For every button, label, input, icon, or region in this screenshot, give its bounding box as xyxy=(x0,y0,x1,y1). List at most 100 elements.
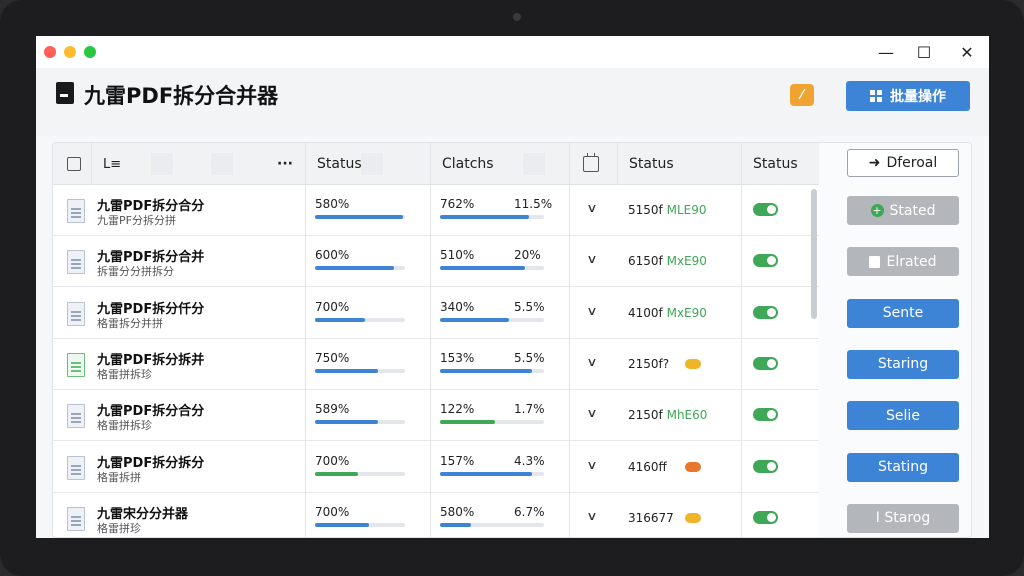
progress-2-percent: 122% xyxy=(440,402,475,417)
column-header-status-2[interactable]: Status xyxy=(629,143,674,185)
table-row[interactable]: 九雷PDF拆分合分 九雷PF分拆分拼 580% 762% 11.5% ∨ 515… xyxy=(53,185,819,236)
row-action-button[interactable]: Sente xyxy=(847,298,959,328)
chevron-down-icon[interactable]: ∨ xyxy=(583,458,601,472)
enable-toggle[interactable] xyxy=(753,356,778,370)
maximize-button[interactable]: ☐ xyxy=(906,40,942,64)
file-subtitle: 拆雷分分拼拆分 xyxy=(97,265,174,279)
divider xyxy=(91,143,92,185)
progress-1-bar xyxy=(315,420,405,425)
document-icon xyxy=(67,404,85,429)
select-all-checkbox[interactable] xyxy=(67,143,81,185)
row-action-button[interactable]: I Starog xyxy=(847,503,959,533)
table-row[interactable]: 九雷PDF拆分合并 拆雷分分拼拆分 600% 510% 20% ∨ 6150f … xyxy=(53,236,819,288)
pdf-app-icon xyxy=(56,82,74,104)
progress-2-secondary: 5.5% xyxy=(514,299,545,314)
device-bezel: — ☐ ✕ 九雷PDF拆分合并器 ⁄ 批量操作 L≡ ··· Status Cl… xyxy=(0,0,1024,576)
file-subtitle: 九雷PF分拆分拼 xyxy=(97,214,176,227)
file-subtitle: 格雷拼拆珍 xyxy=(97,367,152,381)
status-code-tag: MLE90 xyxy=(666,203,707,217)
column-header-clatchs[interactable]: Clatchs xyxy=(442,143,494,185)
close-traffic-light[interactable] xyxy=(44,46,56,58)
column-header-status-3[interactable]: Status xyxy=(753,143,798,185)
table-row[interactable]: 九雷PDF拆分合分 格雷拼拆珍 589% 122% 1.7% ∨ 2150f M… xyxy=(53,390,819,442)
table-row[interactable]: 九雷PDF拆分拆分 格雷拆拼 700% 157% 4.3% ∨ 4160ff xyxy=(53,442,819,493)
divider xyxy=(617,143,618,185)
column-header-status-1[interactable]: Status xyxy=(317,143,362,185)
progress-2-fill xyxy=(440,522,472,527)
row-action-button[interactable]: Elrated xyxy=(847,247,959,277)
document-icon xyxy=(67,199,85,223)
status-code: 2150f? xyxy=(628,357,669,371)
chevron-down-icon[interactable]: ∨ xyxy=(583,201,601,215)
chevron-down-icon[interactable]: ∨ xyxy=(583,509,601,523)
zoom-traffic-light[interactable] xyxy=(84,46,96,58)
progress-2-fill xyxy=(440,368,532,373)
row-action-label: Stated xyxy=(889,202,936,219)
table-row[interactable]: 九雷PDF拆分拆并 格雷拼拆珍 750% 153% 5.5% ∨ 2150f? xyxy=(53,339,819,390)
enable-toggle[interactable] xyxy=(753,510,778,524)
row-action-button[interactable]: Staring xyxy=(847,349,959,379)
status-dot xyxy=(685,358,701,369)
progress-2-fill xyxy=(440,215,530,219)
document-icon xyxy=(67,301,85,326)
row-action-button[interactable]: + Stated xyxy=(847,196,959,225)
progress-1-percent: 600% xyxy=(315,248,350,263)
enable-toggle[interactable] xyxy=(753,408,778,422)
table-row[interactable]: 九雷PDF拆分仟分 格雷拆分并拼 700% 340% 5.5% ∨ 4100f … xyxy=(53,288,819,339)
wrench-icon[interactable]: ⁄ xyxy=(790,84,814,106)
progress-2-secondary: 6.7% xyxy=(514,504,545,519)
progress-2-percent: 762% xyxy=(440,197,475,211)
chevron-down-icon[interactable]: ∨ xyxy=(583,355,601,369)
progress-1-bar xyxy=(315,215,405,219)
vertical-scrollbar[interactable] xyxy=(811,189,817,319)
progress-1-fill xyxy=(315,215,404,219)
app-title: 九雷PDF拆分合并器 xyxy=(84,84,279,108)
progress-1-percent: 700% xyxy=(315,299,350,314)
progress-2-fill xyxy=(440,266,526,271)
progress-2-secondary: 5.5% xyxy=(514,350,545,365)
document-icon xyxy=(67,352,85,377)
file-table: L≡ ··· Status Clatchs Status Status 九雷PD… xyxy=(52,142,972,538)
chevron-down-icon[interactable]: ∨ xyxy=(583,252,601,266)
status-code: 5150f MLE90 xyxy=(628,203,706,217)
progress-2-percent: 340% xyxy=(440,299,475,314)
batch-operation-button[interactable]: 批量操作 xyxy=(846,81,970,111)
table-row[interactable]: 九雷宋分分并器 格雷拼珍 700% 580% 6.7% ∨ 316677 xyxy=(53,493,819,537)
header-ghost-icon xyxy=(211,153,233,175)
progress-1-percent: 700% xyxy=(315,504,350,519)
status-code: 4100f MxE90 xyxy=(628,306,707,320)
chevron-down-icon[interactable]: ∨ xyxy=(583,304,601,318)
row-action-button[interactable]: Selie xyxy=(847,401,959,431)
status-dot xyxy=(685,512,701,523)
minimize-traffic-light[interactable] xyxy=(64,46,76,58)
row-action-button[interactable]: Stating xyxy=(847,452,959,482)
more-options-icon[interactable]: ··· xyxy=(277,143,293,185)
progress-1-bar xyxy=(315,317,405,322)
calendar-icon[interactable] xyxy=(583,143,599,185)
row-action-label: Stating xyxy=(877,459,929,475)
file-subtitle: 格雷拆分并拼 xyxy=(97,316,163,330)
row-action-label: Elrated xyxy=(886,253,937,270)
enable-toggle[interactable] xyxy=(753,254,778,268)
row-action-label: I Starog xyxy=(875,510,931,527)
header-action-button[interactable]: ➜ Dferoal xyxy=(847,149,959,177)
enable-toggle[interactable] xyxy=(753,203,778,216)
enable-toggle[interactable] xyxy=(753,305,778,319)
progress-1-fill xyxy=(315,420,378,425)
status-code-value: 4160ff xyxy=(628,459,667,474)
file-subtitle: 格雷拆拼 xyxy=(97,470,141,484)
progress-1-fill xyxy=(315,266,395,271)
status-code: 4160ff xyxy=(628,460,667,474)
close-button[interactable]: ✕ xyxy=(949,40,985,64)
progress-2-fill xyxy=(440,420,496,425)
minimize-button[interactable]: — xyxy=(868,40,904,64)
status-code-tag: MhE60 xyxy=(666,408,708,423)
progress-1-fill xyxy=(315,368,378,373)
enable-toggle[interactable] xyxy=(753,459,778,473)
file-subtitle: 格雷拼拆珍 xyxy=(97,419,152,433)
progress-2-secondary: 1.7% xyxy=(514,402,545,417)
progress-2-fill xyxy=(440,317,509,322)
chevron-down-icon[interactable]: ∨ xyxy=(583,406,601,420)
progress-1-percent: 700% xyxy=(315,453,350,468)
list-view-icon[interactable]: L≡ xyxy=(103,143,121,185)
